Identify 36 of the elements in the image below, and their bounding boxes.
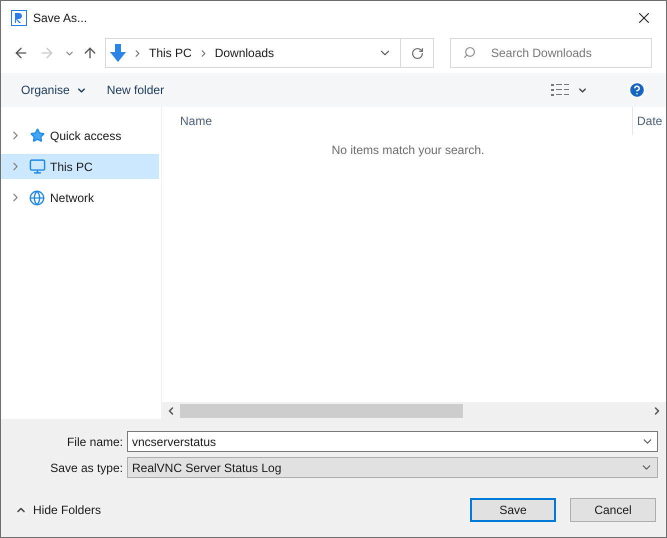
download-arrow-icon — [110, 44, 126, 62]
sidebar-label: This PC — [50, 158, 93, 176]
view-options-button[interactable] — [551, 84, 588, 96]
save-button[interactable]: Save — [470, 498, 556, 522]
file-type-dropdown[interactable]: RealVNC Server Status Log — [127, 457, 658, 478]
monitor-icon — [28, 158, 46, 175]
sidebar-item[interactable]: Quick access — [1, 123, 159, 148]
sidebar-label: Quick access — [50, 128, 122, 144]
field-label: Save as type: — [49, 460, 124, 476]
window-title: Save As... — [33, 10, 88, 27]
search-field[interactable]: Search Downloads — [450, 38, 652, 68]
breadcrumb-item[interactable]: This PC — [149, 44, 192, 62]
app-logo-icon — [11, 10, 27, 26]
forward-arrow-icon — [39, 45, 55, 61]
horizontal-scrollbar[interactable] — [162, 402, 666, 419]
sidebar-item[interactable]: Network — [1, 185, 159, 210]
field-label: File name: — [66, 434, 124, 450]
scrollbar-thumb[interactable] — [180, 404, 463, 418]
globe-icon — [29, 190, 45, 206]
empty-message: No items match your search. — [330, 142, 486, 159]
file-name-field[interactable]: vncserverstatus — [127, 431, 658, 452]
address-bar[interactable]: This PC Downloads — [105, 38, 434, 68]
refresh-icon — [410, 46, 424, 60]
details-view-icon — [551, 84, 569, 96]
star-icon — [30, 128, 44, 143]
breadcrumb-item[interactable]: Downloads — [214, 44, 274, 62]
search-icon — [463, 46, 476, 59]
hide-folders-button[interactable]: Hide Folders — [15, 501, 102, 519]
sidebar-item[interactable]: This PC — [1, 154, 159, 179]
help-icon[interactable] — [628, 81, 646, 99]
sidebar-label: Network — [50, 190, 94, 206]
organise-menu-button[interactable]: Organise — [21, 81, 87, 99]
column-header[interactable]: Date — [632, 107, 662, 135]
cancel-button[interactable]: Cancel — [570, 498, 656, 522]
column-header[interactable]: Name — [180, 112, 632, 130]
toolbar-button[interactable]: New folder — [106, 81, 164, 99]
